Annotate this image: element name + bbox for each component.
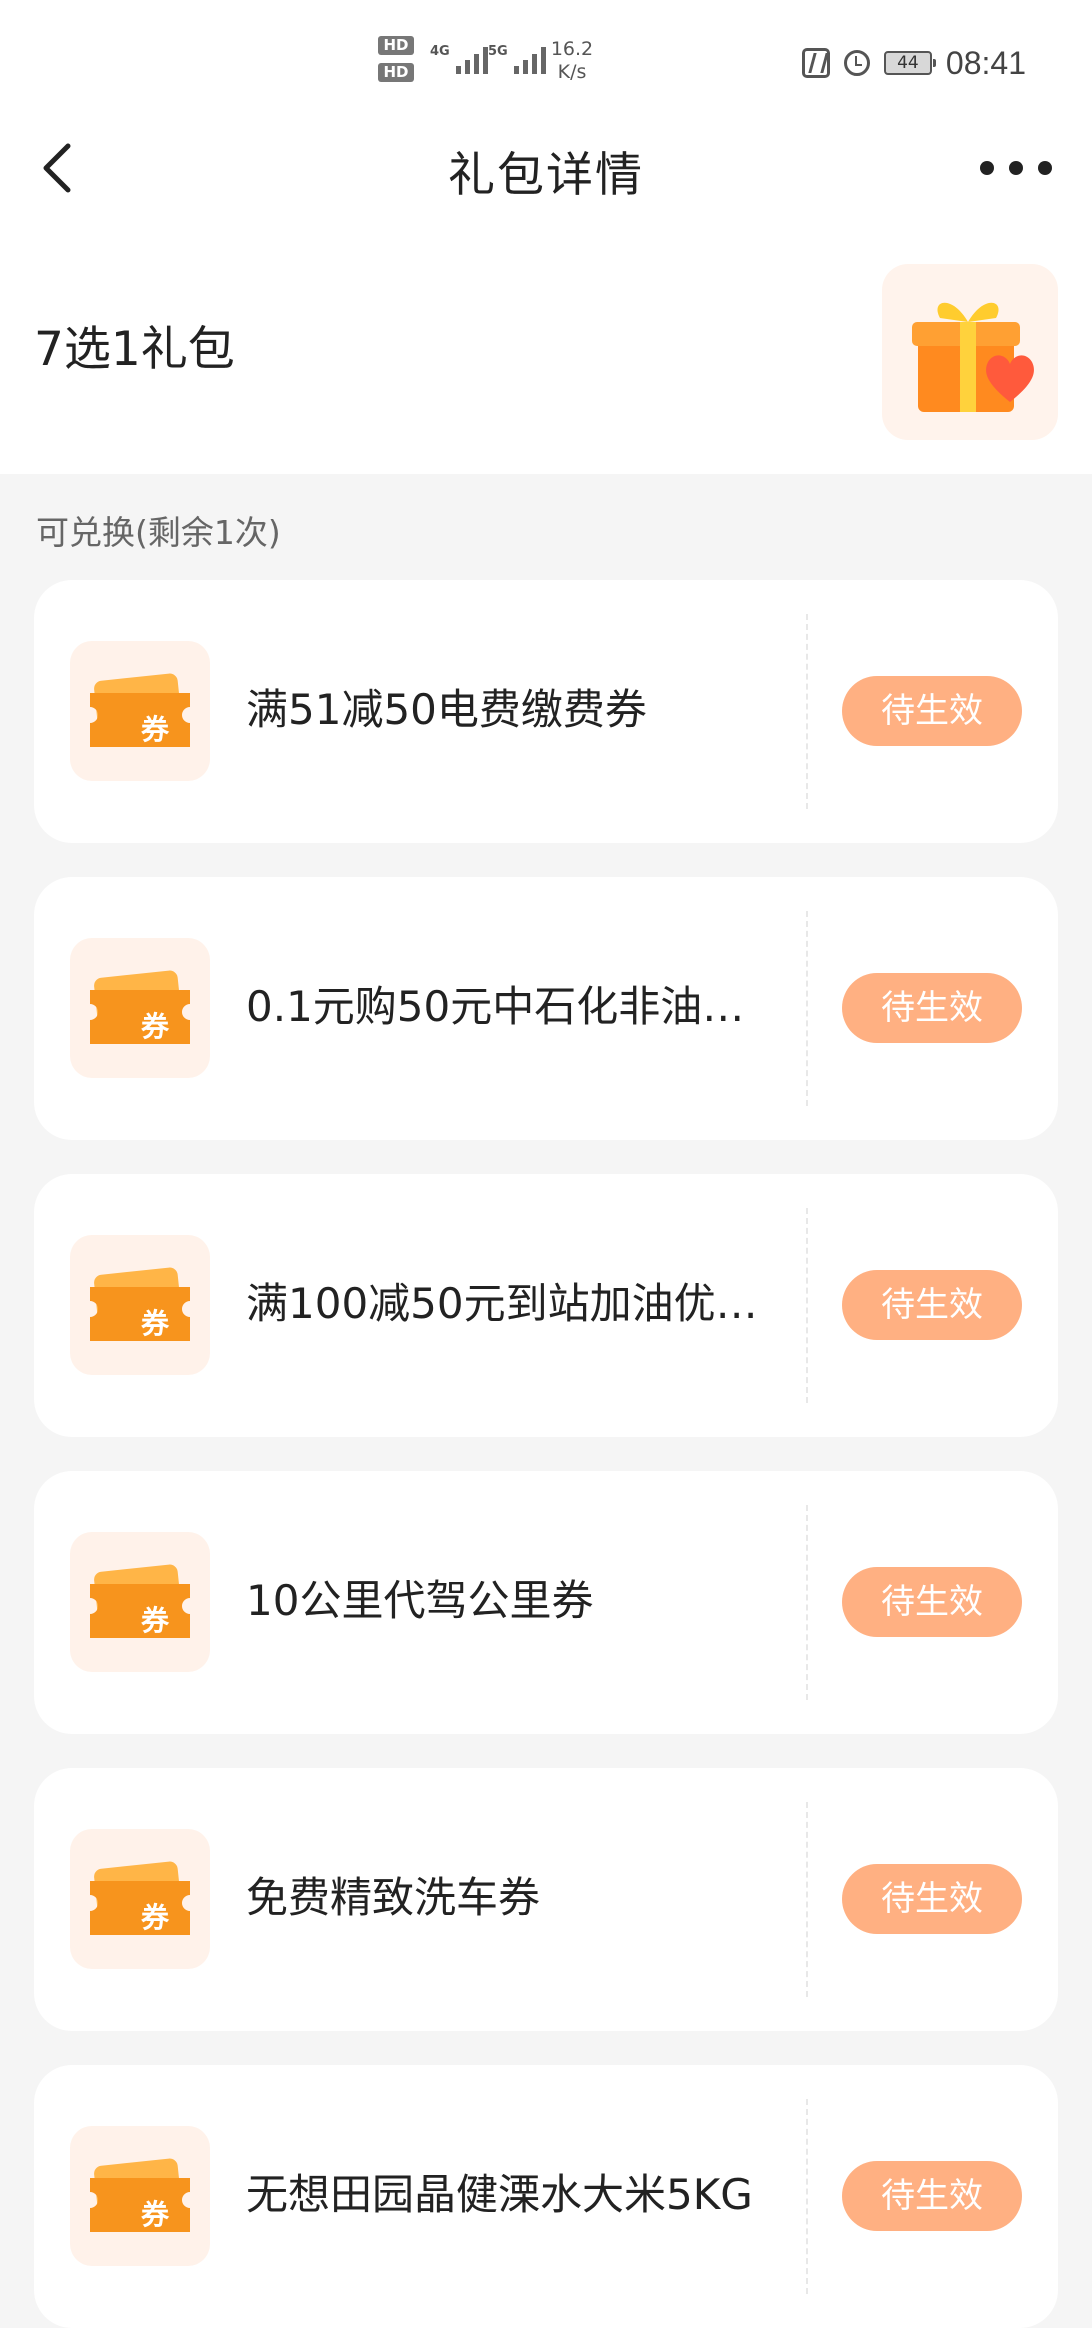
gift-box-icon bbox=[882, 264, 1058, 440]
speed-unit: K/s bbox=[557, 61, 587, 83]
coupon-card[interactable]: 券 满51减50电费缴费券 待生效 bbox=[34, 580, 1058, 843]
speed-value: 16.2 bbox=[550, 38, 594, 60]
coupon-status-button[interactable]: 待生效 bbox=[842, 676, 1022, 746]
coupon-icon-label: 券 bbox=[141, 1901, 170, 1934]
alarm-icon bbox=[843, 50, 870, 76]
ticket-icon: 券 bbox=[70, 1235, 210, 1375]
nfc-icon bbox=[801, 48, 830, 78]
coupon-icon-label: 券 bbox=[141, 1604, 170, 1637]
coupon-status-button[interactable]: 待生效 bbox=[842, 1567, 1022, 1637]
section-label: 可兑换(剩余1次) bbox=[36, 513, 281, 552]
coupon-divider bbox=[806, 1505, 808, 1700]
coupon-divider bbox=[806, 2099, 808, 2294]
ticket-icon: 券 bbox=[70, 2126, 210, 2266]
coupon-status-button[interactable]: 待生效 bbox=[842, 2161, 1022, 2231]
network-5g-label: 5G bbox=[488, 44, 508, 59]
network-4g-label: 4G bbox=[430, 44, 450, 59]
signal-4g-icon: 4G bbox=[430, 44, 488, 74]
coupon-name: 满100减50元到站加油优… bbox=[246, 1279, 758, 1328]
coupon-card[interactable]: 券 10公里代驾公里券 待生效 bbox=[34, 1471, 1058, 1734]
coupon-divider bbox=[806, 1802, 808, 1997]
gift-package-title: 7选1礼包 bbox=[34, 322, 235, 377]
battery-icon: 44 bbox=[883, 51, 936, 75]
coupon-name: 10公里代驾公里券 bbox=[246, 1576, 594, 1625]
network-speed: 16.2 K/s bbox=[548, 38, 596, 84]
ticket-icon: 券 bbox=[70, 1829, 210, 1969]
page-title: 礼包详情 bbox=[448, 148, 644, 203]
header: 礼包详情 bbox=[0, 120, 1092, 212]
coupon-name: 满51减50电费缴费券 bbox=[246, 685, 647, 734]
hd1-badge: HD bbox=[378, 36, 414, 55]
coupon-name: 0.1元购50元中石化非油… bbox=[246, 982, 745, 1031]
coupon-icon-label: 券 bbox=[141, 713, 170, 746]
coupon-card[interactable]: 券 无想田园晶健溧水大米5KG 待生效 bbox=[34, 2065, 1058, 2328]
ticket-icon: 券 bbox=[70, 938, 210, 1078]
coupon-divider bbox=[806, 614, 808, 809]
coupon-card[interactable]: 券 满100减50元到站加油优… 待生效 bbox=[34, 1174, 1058, 1437]
coupon-status-button[interactable]: 待生效 bbox=[842, 1864, 1022, 1934]
coupon-name: 无想田园晶健溧水大米5KG bbox=[246, 2170, 753, 2219]
coupon-status-button[interactable]: 待生效 bbox=[842, 1270, 1022, 1340]
battery-level: 44 bbox=[897, 53, 919, 73]
coupon-name: 免费精致洗车券 bbox=[246, 1873, 541, 1922]
ticket-icon: 券 bbox=[70, 1532, 210, 1672]
coupon-icon-label: 券 bbox=[141, 1307, 170, 1340]
coupon-icon-label: 券 bbox=[141, 2198, 170, 2231]
coupon-divider bbox=[806, 911, 808, 1106]
signal-5g-icon: 5G bbox=[488, 44, 546, 74]
status-time: 08:41 bbox=[945, 44, 1026, 81]
coupon-icon-label: 券 bbox=[141, 1010, 170, 1043]
coupon-card[interactable]: 券 免费精致洗车券 待生效 bbox=[34, 1768, 1058, 2031]
status-right: 44 08:41 bbox=[801, 44, 1026, 82]
hd-indicators: HD HD bbox=[378, 36, 422, 90]
hd2-badge: HD bbox=[378, 63, 414, 82]
coupon-status-button[interactable]: 待生效 bbox=[842, 973, 1022, 1043]
coupon-divider bbox=[806, 1208, 808, 1403]
ticket-icon: 券 bbox=[70, 641, 210, 781]
coupon-card[interactable]: 券 0.1元购50元中石化非油… 待生效 bbox=[34, 877, 1058, 1140]
status-bar: HD HD 4G 5G 16.2 K/s 44 08:41 bbox=[0, 0, 1092, 120]
more-dots-icon[interactable] bbox=[980, 148, 1052, 188]
